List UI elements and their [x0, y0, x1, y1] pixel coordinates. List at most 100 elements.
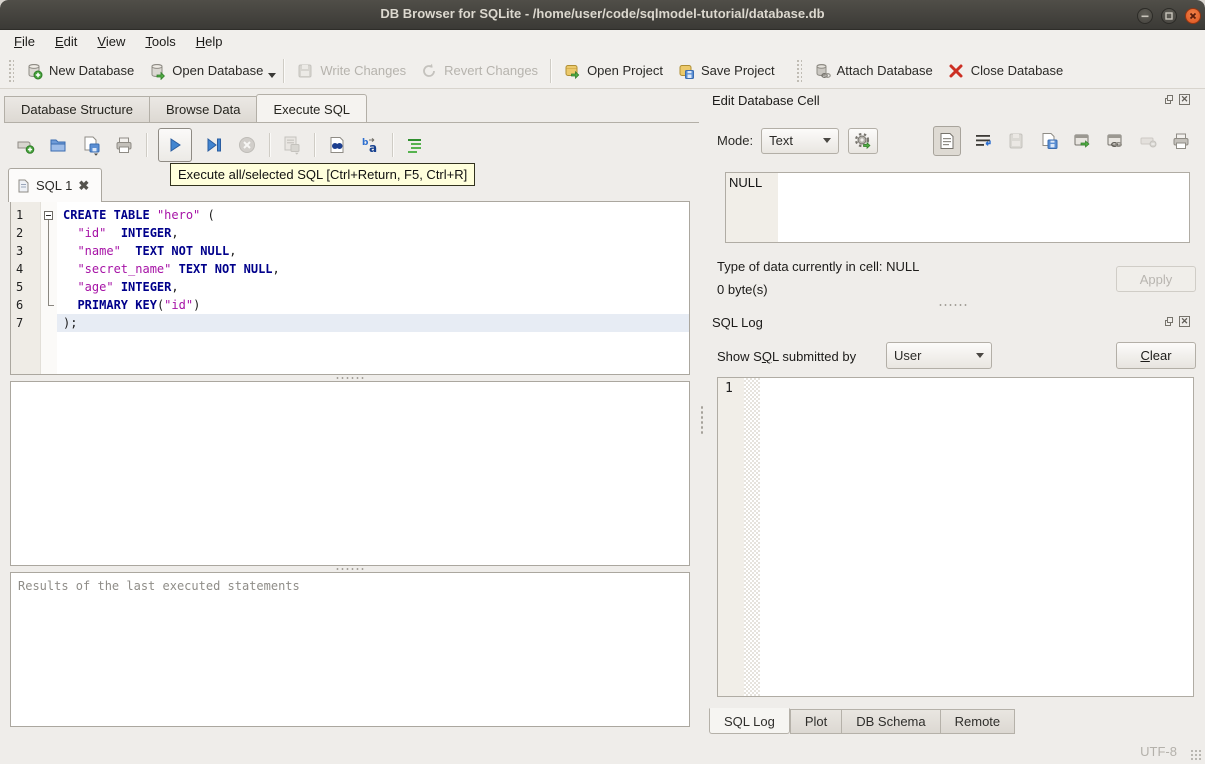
fold-collapse-icon[interactable]	[44, 211, 53, 220]
code-line[interactable]: CREATE TABLE "hero" (	[57, 206, 689, 224]
code-line[interactable]: PRIMARY KEY("id")	[57, 296, 689, 314]
code-area[interactable]: CREATE TABLE "hero" ( "id" INTEGER, "nam…	[57, 202, 689, 374]
word-wrap-icon[interactable]	[972, 130, 994, 152]
tab-browse-data[interactable]: Browse Data	[149, 96, 257, 123]
cell-type-info: Type of data currently in cell: NULL	[717, 259, 920, 274]
tab-execute-sql[interactable]: Execute SQL	[256, 94, 368, 123]
dock-float-icon[interactable]	[1164, 316, 1176, 328]
fold-margin	[41, 202, 57, 374]
open-database-dropdown-arrow[interactable]	[268, 73, 277, 78]
code-line[interactable]: "secret_name" TEXT NOT NULL,	[57, 260, 689, 278]
line-number-gutter: 1 2 3 4 5 6 7	[11, 202, 41, 374]
tab-database-structure[interactable]: Database Structure	[4, 96, 150, 123]
cell-toolbar	[933, 126, 1192, 156]
tab-db-schema[interactable]: DB Schema	[841, 709, 940, 734]
edit-cell-dock-header: Edit Database Cell ✕	[712, 93, 1198, 111]
export-cell-icon[interactable]	[1038, 130, 1060, 152]
tab-remote[interactable]: Remote	[939, 709, 1016, 734]
print-sql-button[interactable]	[113, 134, 135, 156]
open-sql-file-button[interactable]	[47, 134, 69, 156]
chevron-down-icon	[823, 138, 832, 143]
new-sql-tab-button[interactable]	[14, 134, 36, 156]
results-log-panel[interactable]: Results of the last executed statements	[10, 572, 690, 727]
dock-splitter[interactable]	[938, 303, 968, 308]
import-cell-icon[interactable]	[1005, 130, 1027, 152]
open-external-icon[interactable]	[1071, 130, 1093, 152]
menu-help[interactable]: Help	[186, 31, 233, 52]
code-line[interactable]: );	[57, 314, 689, 332]
stop-button[interactable]	[236, 134, 258, 156]
sql-log-editor[interactable]: 1	[717, 377, 1194, 697]
save-project-button[interactable]: Save Project	[670, 58, 782, 84]
toolbar-separator	[550, 58, 552, 83]
resize-grip[interactable]	[1190, 749, 1202, 761]
line-number: 1	[16, 208, 24, 222]
dock-close-icon[interactable]: ✕	[1179, 316, 1190, 327]
attach-database-icon	[813, 62, 831, 80]
mode-label: Mode:	[717, 133, 754, 148]
log-filter-combobox[interactable]: User	[886, 342, 992, 369]
new-database-button[interactable]: New Database	[18, 58, 141, 84]
code-line[interactable]: "age" INTEGER,	[57, 278, 689, 296]
close-database-button[interactable]: Close Database	[940, 58, 1071, 84]
sql-log-dock-header: SQL Log ✕	[712, 315, 1198, 333]
toolbar-drag-handle[interactable]	[795, 58, 802, 83]
save-results-button[interactable]	[281, 134, 303, 156]
auto-mode-button[interactable]	[848, 127, 879, 154]
open-project-button[interactable]: Open Project	[556, 58, 670, 84]
tab-sql-log[interactable]: SQL Log	[709, 708, 790, 734]
maximize-button[interactable]	[1161, 8, 1177, 24]
mode-combobox[interactable]: Text	[761, 127, 840, 154]
fold-guide-line	[48, 220, 49, 305]
text-mode-toggle[interactable]	[933, 126, 961, 156]
write-changes-icon	[296, 62, 314, 80]
execute-tooltip: Execute all/selected SQL [Ctrl+Return, F…	[170, 163, 476, 186]
apply-button[interactable]: Apply	[1116, 266, 1196, 292]
line-number: 4	[16, 262, 24, 276]
edit-cell-title: Edit Database Cell	[712, 93, 820, 108]
menu-file[interactable]: File	[4, 31, 45, 52]
encoding-indicator: UTF-8	[1140, 744, 1177, 759]
minimize-button[interactable]	[1137, 8, 1153, 24]
execute-all-button[interactable]	[158, 128, 192, 162]
line-number: 7	[16, 316, 24, 330]
results-grid-panel[interactable]	[10, 381, 690, 566]
mode-value: Text	[769, 133, 793, 148]
open-database-button[interactable]: Open Database	[141, 58, 270, 84]
format-sql-button[interactable]	[404, 134, 426, 156]
dock-float-icon[interactable]	[1164, 94, 1176, 106]
code-line[interactable]: "name" TEXT NOT NULL,	[57, 242, 689, 260]
status-bar: UTF-8	[0, 738, 1205, 764]
chevron-down-icon	[976, 353, 984, 358]
sql-tab-close-icon[interactable]: ✖	[78, 178, 89, 194]
dock-close-icon[interactable]: ✕	[1179, 94, 1190, 105]
write-changes-button[interactable]: Write Changes	[289, 58, 413, 84]
menu-tools[interactable]: Tools	[135, 31, 185, 52]
menu-edit[interactable]: Edit	[45, 31, 87, 52]
revert-changes-button[interactable]: Revert Changes	[413, 58, 545, 84]
clear-button[interactable]: Clear	[1116, 342, 1196, 369]
tab-plot[interactable]: Plot	[789, 709, 842, 734]
main-toolbar: New Database Open Database Write Changes…	[0, 53, 1205, 89]
link-cell-icon[interactable]	[1104, 130, 1126, 152]
code-line[interactable]: "id" INTEGER,	[57, 224, 689, 242]
print-cell-icon[interactable]	[1170, 130, 1192, 152]
execute-line-button[interactable]	[203, 134, 225, 156]
line-number: 5	[16, 280, 24, 294]
cell-value-editor[interactable]: NULL	[725, 172, 1190, 243]
log-text-area[interactable]	[760, 378, 1193, 696]
vertical-splitter[interactable]	[700, 405, 705, 435]
svg-text:b: b	[362, 138, 369, 148]
toolbar-drag-handle[interactable]	[8, 58, 14, 83]
sql-code-editor[interactable]: 1 2 3 4 5 6 7 CREATE TABLE "hero" ( "id" INTEG…	[10, 201, 690, 375]
set-null-icon[interactable]	[1137, 130, 1159, 152]
attach-database-button[interactable]: Attach Database	[806, 58, 940, 84]
save-sql-file-button[interactable]	[80, 134, 102, 156]
sql-document-tab[interactable]: SQL 1 ✖	[8, 168, 102, 202]
close-button[interactable]	[1185, 8, 1201, 24]
titlebar[interactable]: DB Browser for SQLite - /home/user/code/…	[0, 0, 1205, 30]
line-number: 6	[16, 298, 24, 312]
find-button[interactable]	[326, 134, 348, 156]
replace-button[interactable]: b a	[359, 134, 381, 156]
menu-view[interactable]: View	[87, 31, 135, 52]
